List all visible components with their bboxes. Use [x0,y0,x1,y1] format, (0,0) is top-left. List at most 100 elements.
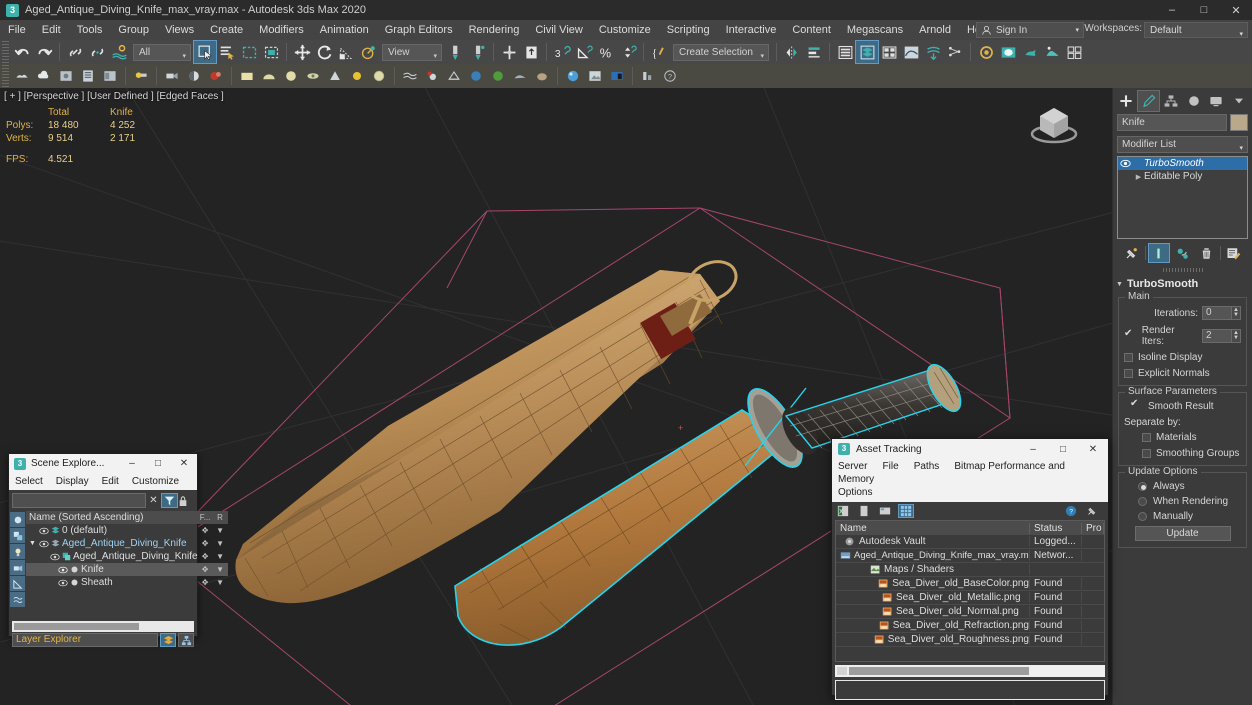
particle-view-icon[interactable] [944,41,966,63]
rectangular-selection-region-icon[interactable] [238,41,260,63]
align-icon[interactable] [803,41,825,63]
select-and-scale-icon[interactable] [335,41,357,63]
table-row[interactable]: Sea_Diver_old_Roughness.png Found [836,633,1104,647]
vray-light-icon[interactable] [130,65,152,87]
unlink-selection-icon[interactable] [86,41,108,63]
eye-icon[interactable] [39,540,51,548]
select-and-link-icon[interactable] [64,41,86,63]
menu-customize[interactable]: Customize [591,20,659,40]
rollout-header[interactable]: ▼ TurboSmooth [1116,277,1249,291]
show-end-result-icon[interactable] [1147,243,1170,263]
spinner-arrows-icon[interactable]: ▲ ▼ [1232,329,1241,343]
scene-explorer-list[interactable]: Name (Sorted Ascending) F... R 0 (defaul… [26,511,228,618]
manually-radio[interactable] [1138,512,1147,521]
render-cell-icon[interactable]: ▼ [213,552,228,561]
eye-icon[interactable] [1120,159,1133,168]
scene-explorer-menu-select[interactable]: Select [15,476,43,487]
menu-arnold[interactable]: Arnold [911,20,959,40]
modifier-stack-item-editable-poly[interactable]: ▶ Editable Poly [1118,170,1247,183]
toolbar-grip[interactable] [2,65,9,87]
placement-tool-icon[interactable] [357,41,379,63]
maximize-button[interactable]: □ [1188,0,1220,20]
render-production-icon[interactable] [1019,41,1041,63]
display-tab[interactable] [1205,90,1227,112]
isoline-display-row[interactable]: Isoline Display [1124,352,1241,363]
spinner-snap-toggle-icon[interactable] [617,41,639,63]
workspace-select[interactable]: Default ▾ [1144,22,1248,38]
isoline-display-checkbox[interactable] [1124,353,1133,362]
mirror-icon[interactable] [781,41,803,63]
spinner-arrows-icon[interactable]: ▲ ▼ [1232,306,1241,320]
chevron-down-icon[interactable]: ▼ [26,540,39,547]
render-cell-icon[interactable]: ▼ [213,539,228,548]
panel-splitter[interactable] [1119,267,1246,273]
object-name-input[interactable]: Knife [1117,114,1227,131]
scene-explorer-menu-customize[interactable]: Customize [132,476,179,487]
toolbar-grip[interactable] [2,41,9,63]
layer-explorer-icon[interactable] [160,633,176,647]
cameras-filter-icon[interactable] [10,560,25,575]
motion-tab[interactable] [1183,90,1205,112]
scene-explorer-menu-display[interactable]: Display [56,476,89,487]
menu-tools[interactable]: Tools [69,20,111,40]
iterations-value[interactable]: 0 [1202,306,1232,320]
vray-camera-icon[interactable] [161,65,183,87]
explorer-mode-label[interactable]: Layer Explorer [12,633,158,647]
path-view-icon[interactable] [877,504,893,518]
menu-graph-editors[interactable]: Graph Editors [377,20,461,40]
menu-create[interactable]: Create [202,20,251,40]
list-item[interactable]: 0 (default) ✥ ▼ [26,524,228,537]
explicit-normals-checkbox[interactable] [1124,369,1133,378]
pin-stack-icon[interactable] [1121,243,1143,263]
update-button[interactable]: Update [1134,526,1231,541]
edit-named-selection-sets-icon[interactable]: { [648,41,670,63]
column-pro[interactable]: Pro [1082,522,1104,534]
scene-explorer-icon[interactable] [178,633,194,647]
close-button[interactable]: ✕ [1220,0,1252,20]
lock-icon[interactable] [178,495,194,507]
table-row[interactable]: Maps / Shaders [836,563,1104,577]
keyboard-shortcut-override-icon[interactable] [520,41,542,63]
render-frame-window-icon[interactable] [1063,41,1085,63]
table-row[interactable]: Sea_Diver_old_Metallic.png Found [836,591,1104,605]
excel-export-icon[interactable]: X [835,504,851,518]
selection-filter-select[interactable]: All ▾ [133,43,191,61]
select-object-icon[interactable] [193,40,217,64]
vray-proxy-icon[interactable] [324,65,346,87]
list-item[interactable]: ▼ Aged_Antique_Diving_Knife ✥ ▼ [26,537,228,550]
asset-menu-paths[interactable]: Paths [914,461,940,472]
pin-icon[interactable] [1084,504,1100,518]
angle-snap-toggle-icon[interactable] [573,41,595,63]
frozen-cell-icon[interactable]: ✥ [198,552,213,561]
named-selection-set-input[interactable]: Create Selection Set ▾ [673,43,769,74]
smooth-result-row[interactable]: Smooth Result [1124,398,1241,412]
menu-interactive[interactable]: Interactive [718,20,785,40]
render-iters-value[interactable]: 2 [1202,329,1232,343]
toggle-scene-explorer-icon[interactable] [834,41,856,63]
when-rendering-radio[interactable] [1138,497,1147,506]
smooth-result-checkbox[interactable] [1130,398,1139,411]
modifier-list-select[interactable]: Modifier List ▾ [1117,136,1248,153]
scene-explorer-minimize-button[interactable]: – [119,454,145,473]
asset-tracking-minimize-button[interactable]: – [1018,439,1048,459]
vray-scene-icon[interactable] [531,65,553,87]
eye-icon[interactable] [39,527,51,535]
vray-stats-icon[interactable] [637,65,659,87]
vray-asset-browser-icon[interactable] [11,65,33,87]
asset-tracking-horizontal-scrollbar[interactable] [835,665,1105,677]
menu-views[interactable]: Views [157,20,202,40]
smoothing-groups-row[interactable]: Smoothing Groups [1124,448,1241,459]
list-item[interactable]: Sheath ✥ ▼ [26,576,228,589]
eye-icon[interactable] [58,566,70,574]
vray-ies-icon[interactable] [302,65,324,87]
snaps-toggle-icon[interactable]: 3 [551,41,573,63]
menu-civil-view[interactable]: Civil View [527,20,590,40]
vray-render-elements-icon[interactable] [99,65,121,87]
lights-filter-icon[interactable] [10,544,25,559]
select-all-icon[interactable] [10,512,25,527]
render-cell-icon[interactable]: ▼ [213,565,228,574]
table-row[interactable]: Autodesk Vault Logged... [836,535,1104,549]
eye-icon[interactable] [50,553,62,561]
frozen-cell-icon[interactable]: ✥ [198,526,213,535]
when-rendering-row[interactable]: When Rendering [1124,496,1241,507]
